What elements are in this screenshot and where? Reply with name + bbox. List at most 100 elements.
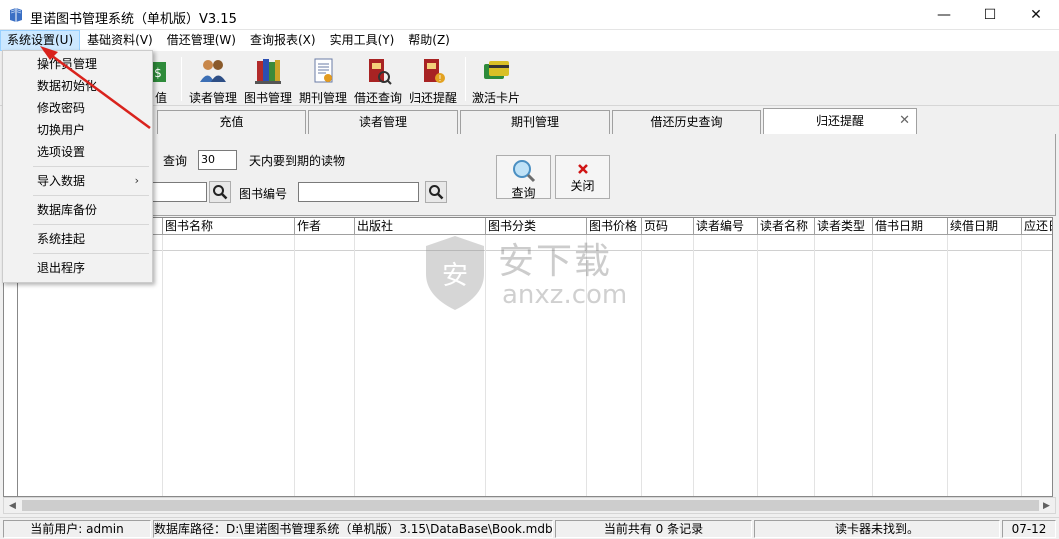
column-divider [693,235,694,496]
menu-borrow-manage[interactable]: 借还管理(W) [160,30,243,51]
scroll-right-icon[interactable]: ▶ [1038,498,1055,513]
column-header[interactable]: 应还日期 [1022,218,1052,235]
maximize-button[interactable]: ☐ [967,0,1013,30]
minimize-button[interactable]: — [921,0,967,30]
menu-separator [33,195,149,196]
column-divider [641,235,642,496]
column-header[interactable]: 作者 [295,218,355,235]
menu-exit[interactable]: 退出程序 [4,257,151,279]
reader-search-input[interactable] [144,182,207,202]
status-record-count: 当前共有 0 条记录 [555,520,752,538]
column-header[interactable]: 图书名称 [163,218,295,235]
svg-text:$: $ [154,66,162,80]
column-divider [757,235,758,496]
tab-periodical-manage[interactable]: 期刊管理 [460,110,610,134]
horizontal-scrollbar[interactable]: ◀ ▶ [3,497,1056,514]
menu-query-report[interactable]: 查询报表(X) [243,30,323,51]
scroll-left-icon[interactable]: ◀ [4,498,21,513]
menu-db-backup[interactable]: 数据库备份 [4,199,151,221]
tab-recharge[interactable]: 充值 [157,110,306,134]
periodical-manage-button[interactable]: 期刊管理 [296,54,350,105]
return-reminder-label: 归还提醒 [408,91,457,105]
close-window-button[interactable]: ✕ [1013,0,1059,30]
book-no-label: 图书编号 [239,187,288,201]
menu-import-data[interactable]: 导入数据 › [4,170,151,192]
toolbar-separator [465,57,466,101]
query-label: 查询 [163,154,188,168]
column-divider [162,235,163,496]
borrow-query-label: 借还查询 [353,91,402,105]
column-divider [485,235,486,496]
svg-text:!: ! [438,74,441,83]
activate-card-icon [484,61,509,79]
scrollbar-thumb[interactable] [22,500,1039,511]
borrow-query-icon [369,59,392,85]
toolbar: $ 值 读者管理 图书管理 期刊管理 借还查询 ! 归还提醒 激活卡片 [0,51,1059,106]
query-button-label: 查询 [511,186,536,200]
menu-options[interactable]: 选项设置 [4,141,151,163]
menu-help[interactable]: 帮助(Z) [401,30,457,51]
column-divider [1021,235,1022,496]
menu-separator [33,224,149,225]
column-header[interactable]: 读者编号 [694,218,758,235]
column-header[interactable]: 续借日期 [948,218,1022,235]
days-input[interactable]: 30 [198,150,237,170]
column-header[interactable]: 页码 [642,218,694,235]
column-header[interactable]: 出版社 [355,218,486,235]
reminder-table: 图书名称 作者 出版社 图书分类 图书价格 页码 读者编号 读者名称 读者类型 … [17,217,1053,497]
book-manage-button[interactable]: 图书管理 [241,54,295,105]
book-no-input[interactable] [298,182,419,202]
return-reminder-button[interactable]: ! 归还提醒 [406,54,460,105]
menu-system-suspend[interactable]: 系统挂起 [4,228,151,250]
search-icon [213,185,228,200]
column-header[interactable]: 图书分类 [486,218,587,235]
books-icon [255,59,281,84]
column-header[interactable]: 图书价格 [587,218,642,235]
tab-return-reminder[interactable]: 归还提醒 ✕ [763,108,917,135]
system-settings-dropdown: 操作员管理 数据初始化 修改密码 切换用户 选项设置 导入数据 › 数据库备份 … [2,50,153,283]
menu-change-password[interactable]: 修改密码 [4,97,151,119]
reader-manage-button[interactable]: 读者管理 [186,54,240,105]
status-bar: 当前用户: admin 数据库路径：D:\里诺图书管理系统（单机版）3.15\D… [0,517,1059,539]
activate-card-button[interactable]: 激活卡片 [469,54,523,105]
activate-card-label: 激活卡片 [471,91,520,105]
menu-bar: 系统设置(U) 基础资料(V) 借还管理(W) 查询报表(X) 实用工具(Y) … [0,30,1059,51]
menu-operator-manage[interactable]: 操作员管理 [4,53,151,75]
column-divider [872,235,873,496]
reader-manage-label: 读者管理 [188,91,237,105]
close-button-label: 关闭 [570,179,595,193]
periodical-icon [314,58,333,83]
menu-system-settings[interactable]: 系统设置(U) [0,30,81,51]
close-button[interactable]: 关闭 [555,155,610,199]
tab-return-reminder-label: 归还提醒 [815,114,864,128]
query-button[interactable]: 查询 [496,155,551,200]
book-search-button[interactable] [425,181,447,203]
column-divider [294,235,295,496]
column-header[interactable]: 借书日期 [873,218,948,235]
column-header[interactable]: 读者名称 [758,218,815,235]
periodical-manage-label: 期刊管理 [298,91,347,105]
column-header[interactable]: 读者类型 [815,218,873,235]
readers-icon [200,60,226,82]
menu-separator [33,253,149,254]
tab-reader-manage[interactable]: 读者管理 [308,110,458,134]
window-title: 里诺图书管理系统（单机版）V3.15 [30,12,237,27]
filter-panel: 查询 30 天内要到期的读物 图书编号 查询 关闭 [3,134,1056,216]
days-suffix-label: 天内要到期的读物 [249,154,346,168]
menu-separator [33,166,149,167]
borrow-query-button[interactable]: 借还查询 [351,54,405,105]
menu-tools[interactable]: 实用工具(Y) [323,30,402,51]
toolbar-separator [181,57,182,101]
menu-switch-user[interactable]: 切换用户 [4,119,151,141]
title-bar: 里诺图书管理系统（单机版）V3.15 — ☐ ✕ [0,0,1059,30]
menu-basic-data[interactable]: 基础资料(V) [80,30,160,51]
tab-close-icon[interactable]: ✕ [899,109,910,133]
submenu-arrow-icon: › [134,174,139,187]
menu-data-init[interactable]: 数据初始化 [4,75,151,97]
table-row[interactable] [18,235,1052,251]
tab-borrow-history[interactable]: 借还历史查询 [612,110,761,134]
reader-search-button[interactable] [209,181,231,203]
status-date: 07-12 [1002,520,1056,538]
app-book-icon [10,8,22,22]
table-header: 图书名称 作者 出版社 图书分类 图书价格 页码 读者编号 读者名称 读者类型 … [18,218,1052,235]
